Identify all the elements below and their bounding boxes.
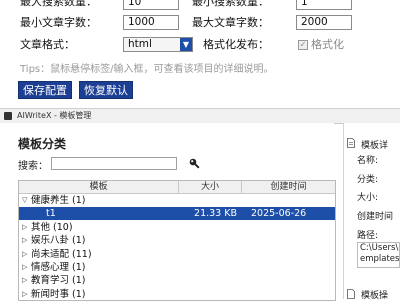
max-words-input[interactable]	[296, 15, 352, 30]
app-icon	[4, 112, 12, 120]
tree-row[interactable]: ▷ 教育学习 (1)	[19, 274, 335, 287]
tree-row-name: 其他 (10)	[31, 221, 73, 233]
tree-row-name: 娱乐八卦 (1)	[31, 235, 86, 247]
tree-header: 模板 大小 创建时间	[19, 181, 335, 194]
expand-arrow-icon[interactable]: ▷	[22, 221, 30, 234]
tips-text: Tips：鼠标悬停标签/输入框，可查看该项目的详细说明。	[20, 64, 274, 75]
min-search-input[interactable]	[296, 0, 352, 10]
min-words-input[interactable]	[123, 15, 179, 30]
publish-checkbox-label: 格式化	[311, 38, 344, 51]
publish-checkbox[interactable]: ✓	[298, 40, 308, 50]
publish-label: 格式化发布：	[203, 38, 269, 51]
template-panel-title: 模板分类	[18, 137, 67, 151]
tree-row-name: t1	[46, 208, 56, 220]
format-label: 文章格式：	[20, 38, 75, 51]
search-icon[interactable]	[188, 157, 200, 169]
max-words-label: 最大文章字数：	[192, 16, 269, 29]
detail-created-label: 创建时间	[357, 212, 394, 222]
detail-path-line1: C:\Users\	[360, 243, 399, 253]
expand-arrow-icon[interactable]: ▷	[22, 274, 30, 287]
reset-default-button[interactable]: 恢复默认	[79, 81, 133, 99]
detail-path-box[interactable]: C:\Users\ emplates	[357, 242, 400, 268]
format-select[interactable]: html ▼	[123, 37, 193, 52]
tree-row[interactable]: ▷ 情感心理 (1)	[19, 261, 335, 274]
max-search-label: 最大搜索数量：	[20, 0, 97, 8]
column-header-template[interactable]: 模板	[19, 181, 179, 193]
detail-path-label: 路径:	[357, 231, 379, 241]
detail-name-label: 名称:	[357, 156, 379, 166]
min-words-label: 最小文章字数：	[20, 16, 97, 29]
tree-row-name: 尚未适配 (11)	[31, 248, 92, 260]
search-input[interactable]	[51, 157, 177, 170]
tree-row-name: 教育学习 (1)	[31, 275, 86, 287]
detail-group-title: 模板详	[361, 141, 389, 151]
tree-row[interactable]: t1 21.33 KB 2025-06-26	[19, 207, 335, 221]
document-icon	[347, 138, 355, 148]
detail-category-label: 分类:	[357, 175, 379, 185]
column-header-size[interactable]: 大小	[179, 181, 242, 193]
tree-row-size: 21.33 KB	[194, 208, 237, 220]
expand-arrow-icon[interactable]: ▷	[22, 234, 30, 247]
save-config-button[interactable]: 保存配置	[18, 81, 72, 99]
format-select-value: html	[128, 38, 152, 50]
tree-row[interactable]: ▽ 健康养生 (1)	[19, 194, 335, 207]
collapse-arrow-icon[interactable]: ▽	[22, 194, 30, 207]
settings-panel: 最大搜索数量： 最小搜索数量： 最小文章字数： 最大文章字数： 文章格式： ht…	[0, 0, 400, 108]
tree-row[interactable]: ▷ 尚未适配 (11)	[19, 248, 335, 261]
max-search-input[interactable]	[123, 0, 179, 10]
column-header-created[interactable]: 创建时间	[242, 181, 335, 193]
min-search-label: 最小搜索数量：	[192, 0, 269, 8]
window-title-bar: AIWriteX - 模板管理	[0, 108, 400, 124]
window-title: AIWriteX - 模板管理	[17, 111, 92, 120]
expand-arrow-icon[interactable]: ▷	[22, 261, 30, 274]
detail-size-label: 大小:	[357, 193, 379, 203]
expand-arrow-icon[interactable]: ▷	[22, 248, 30, 261]
template-tree[interactable]: 模板 大小 创建时间 ▽ 健康养生 (1) t1 21.33 KB 2025-06-26…	[18, 180, 336, 301]
tree-row-name: 健康养生 (1)	[31, 195, 86, 206]
tree-row[interactable]: ▷ 娱乐八卦 (1)	[19, 234, 335, 247]
chevron-down-icon: ▼	[180, 38, 192, 51]
tree-row-name: 情感心理 (1)	[31, 262, 86, 273]
tree-row-created: 2025-06-26	[251, 208, 307, 220]
document-icon	[347, 289, 355, 299]
search-label: 搜索：	[18, 161, 48, 172]
detail-group2-title: 模板操	[361, 291, 389, 301]
detail-path-line2: emplates	[360, 254, 400, 264]
tree-row[interactable]: ▷ 其他 (10)	[19, 221, 335, 234]
